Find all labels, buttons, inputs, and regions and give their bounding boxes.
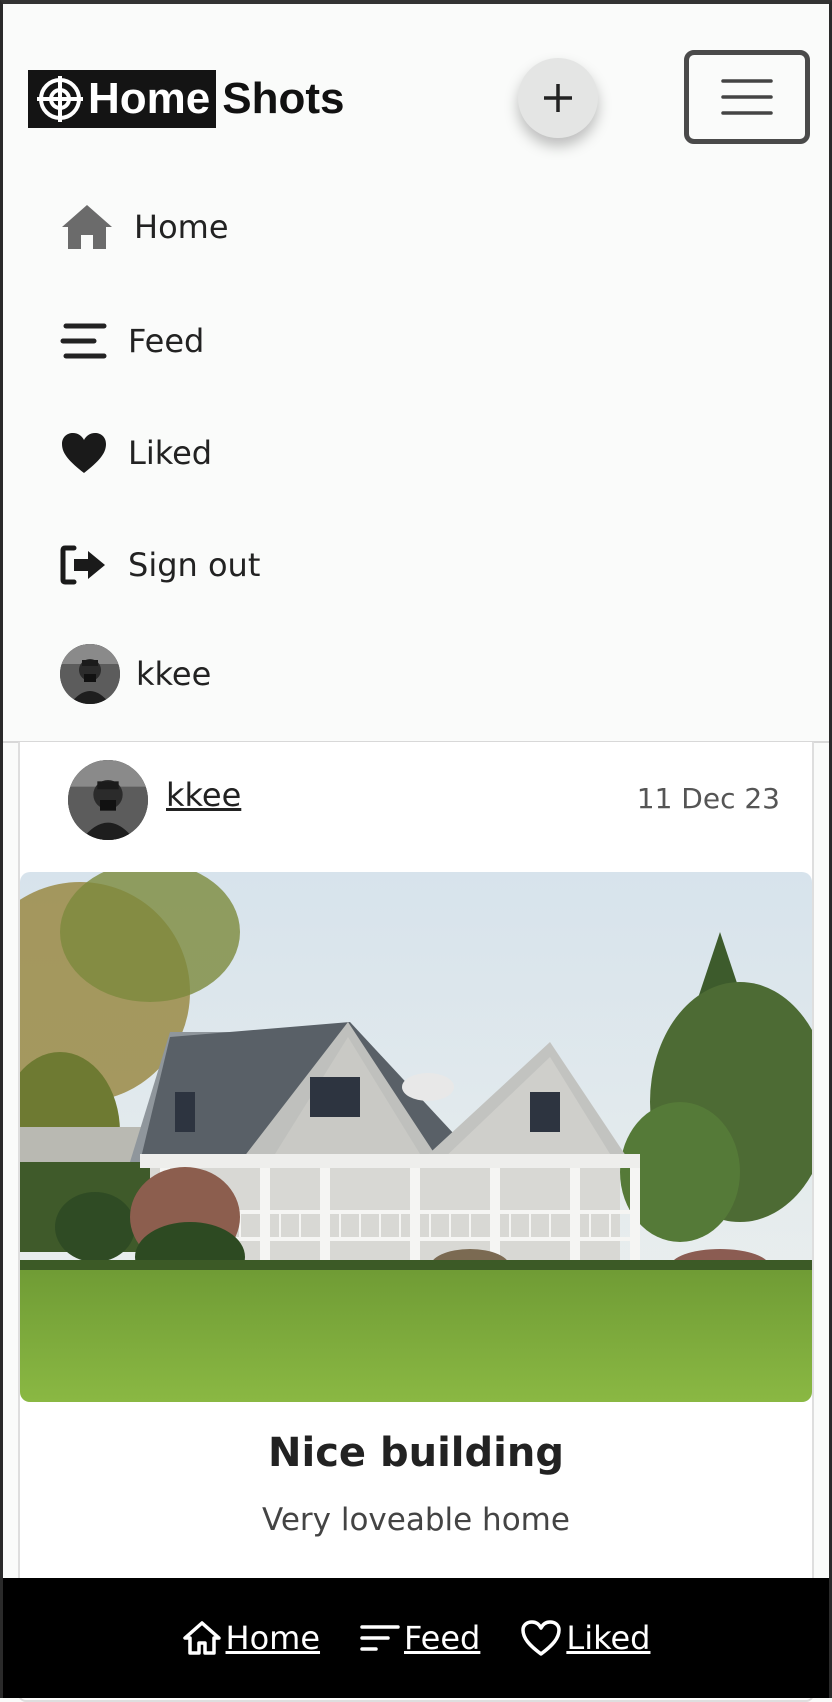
footer-label-liked: Liked: [566, 1619, 651, 1657]
navbar-toggler-button[interactable]: [684, 50, 810, 144]
house-outline-icon: [182, 1621, 221, 1655]
post-author-avatar[interactable]: [68, 760, 148, 840]
nav-item-profile[interactable]: kkee: [60, 644, 211, 704]
brand-part2: Shots: [222, 74, 345, 123]
avatar: [60, 644, 120, 704]
nav-item-liked[interactable]: Liked: [60, 428, 212, 478]
post-title: Nice building: [268, 1430, 564, 1476]
nav-label-feed: Feed: [128, 322, 205, 360]
footer-link-home[interactable]: Home: [182, 1619, 321, 1657]
footer-label-home: Home: [225, 1619, 321, 1657]
logo-box: Home: [28, 70, 217, 128]
post-date: 11 Dec 23: [636, 782, 780, 815]
nav-label-liked: Liked: [128, 434, 213, 472]
footer-link-feed[interactable]: Feed: [360, 1619, 480, 1657]
footer-link-liked[interactable]: Liked: [520, 1619, 650, 1657]
sign-out-icon: [60, 540, 128, 590]
post-description: Very loveable home: [262, 1502, 570, 1538]
plus-icon: [544, 84, 572, 112]
heart-outline-icon: [521, 1620, 562, 1656]
nav-label-sign-out: Sign out: [128, 546, 261, 584]
house-icon: [60, 202, 134, 252]
nav-item-home[interactable]: Home: [60, 202, 229, 252]
add-post-button[interactable]: [518, 58, 598, 138]
heart-icon: [60, 428, 128, 478]
brand-part1: Home: [88, 74, 211, 123]
post-author-link[interactable]: kkee: [166, 776, 241, 814]
post-card: kkee 11 Dec 23 Nice building Very loveab…: [18, 742, 814, 1702]
nav-item-feed[interactable]: Feed: [60, 316, 204, 366]
feed-lines-icon: [360, 1625, 400, 1651]
nav-label-home: Home: [134, 208, 229, 246]
feed-lines-icon: [60, 316, 128, 366]
footer-label-feed: Feed: [404, 1619, 481, 1657]
footer-nav: Home Feed Liked: [0, 1578, 832, 1698]
profile-name: kkee: [136, 655, 212, 693]
brand-logo[interactable]: Home Shots: [28, 70, 344, 128]
navbar: Home Shots Home Feed Liked Sign out kkee: [0, 0, 832, 743]
post-image[interactable]: [20, 872, 812, 1402]
crosshair-icon: [37, 76, 83, 122]
hamburger-icon: [721, 79, 773, 115]
nav-item-sign-out[interactable]: Sign out: [60, 540, 260, 590]
